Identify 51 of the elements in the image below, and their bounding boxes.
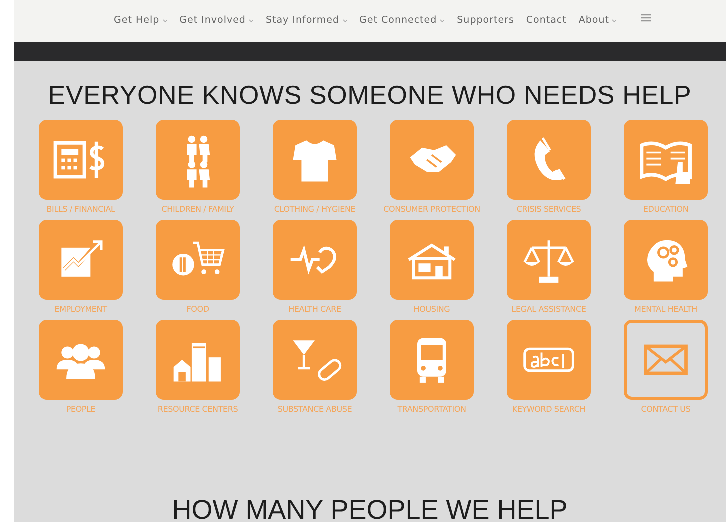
category-tile[interactable] (390, 120, 474, 200)
category-tile[interactable] (390, 220, 474, 300)
menu-icon[interactable] (641, 14, 652, 22)
category-link[interactable]: BILLS / FINANCIAL (46, 202, 116, 217)
category-tile[interactable] (39, 320, 123, 400)
nav-link[interactable]: Get Involved (174, 14, 260, 28)
nav-link[interactable]: Stay Informed (260, 14, 354, 28)
nav-link[interactable]: Contact (520, 14, 573, 28)
category-tile[interactable] (156, 320, 240, 400)
category-tile[interactable] (507, 320, 591, 400)
category-tile[interactable] (624, 220, 708, 300)
nav-link[interactable]: Get Connected (354, 14, 452, 28)
category-link[interactable]: EDUCATION (643, 202, 689, 217)
category-tile[interactable] (273, 320, 357, 400)
nav-link[interactable]: About (572, 14, 624, 28)
category-link[interactable]: PEOPLE (66, 402, 96, 417)
category-tile[interactable] (156, 220, 240, 300)
category-link[interactable]: RESOURCE CENTERS (158, 402, 238, 417)
category-tile[interactable] (273, 220, 357, 300)
nav-link[interactable]: Supporters (451, 14, 520, 28)
caret-icon (248, 19, 254, 23)
section-heading: HOW MANY PEOPLE WE HELP (171, 496, 569, 522)
caret-icon (612, 19, 618, 23)
category-link[interactable]: CLOTHING / HYGIENE (274, 202, 356, 217)
caret-icon (342, 19, 348, 23)
category-link[interactable]: EMPLOYMENT (54, 302, 108, 317)
category-link[interactable]: MENTAL HEALTH (634, 302, 698, 317)
caret-icon (162, 19, 168, 23)
category-link[interactable]: SUBSTANCE ABUSE (278, 402, 352, 417)
category-link[interactable]: HEALTH CARE (288, 302, 342, 317)
category-link[interactable]: FOOD (186, 302, 210, 317)
category-tile[interactable] (624, 320, 708, 400)
category-tile[interactable] (507, 220, 591, 300)
page-heading: EVERYONE KNOWS SOMEONE WHO NEEDS HELP (47, 81, 693, 110)
category-link[interactable]: CHILDREN / FAMILY (162, 202, 234, 217)
category-tile[interactable] (156, 120, 240, 200)
caret-icon (440, 19, 446, 23)
category-tile[interactable] (624, 120, 708, 200)
category-link[interactable]: CRISIS SERVICES (516, 202, 582, 217)
category-link[interactable]: CONTACT US (641, 402, 691, 417)
nav-link[interactable]: Get Help (108, 14, 174, 28)
category-tile[interactable] (507, 120, 591, 200)
category-link[interactable]: TRANSPORTATION (398, 402, 466, 417)
category-tile[interactable] (273, 120, 357, 200)
category-link[interactable]: CONSUMER PROTECTION (384, 202, 480, 217)
category-tile[interactable] (39, 120, 123, 200)
category-link[interactable]: HOUSING (414, 302, 450, 317)
category-tile[interactable] (390, 320, 474, 400)
category-link[interactable]: KEYWORD SEARCH (512, 402, 586, 417)
category-link[interactable]: LEGAL ASSISTANCE (512, 302, 586, 317)
category-tile[interactable] (39, 220, 123, 300)
